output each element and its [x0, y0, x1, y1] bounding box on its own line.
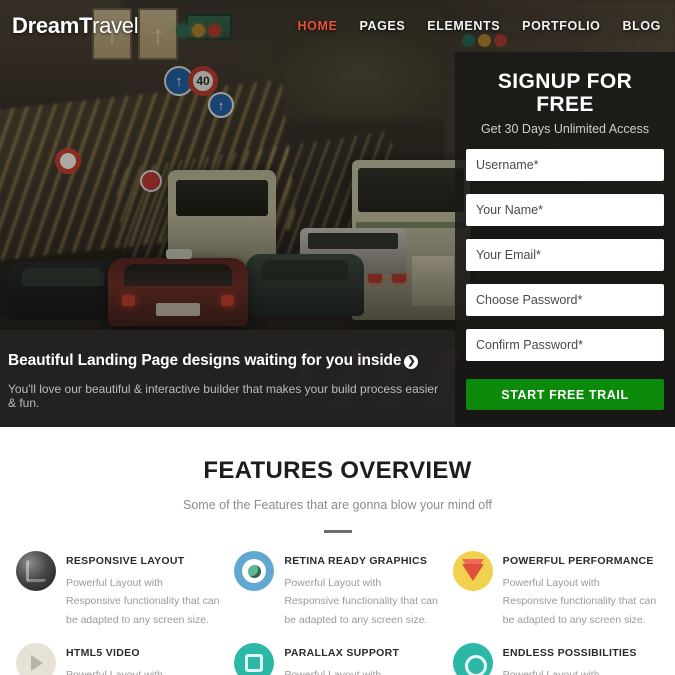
feature-title: RETINA READY GRAPHICS	[284, 555, 428, 567]
feature-text: Powerful Layout with Responsive function…	[502, 577, 657, 626]
feature-card-body: RESPONSIVE LAYOUT Powerful Layout with R…	[66, 551, 220, 629]
feature-text: Powerful Layout with Responsive function…	[503, 666, 657, 675]
logo-text-ravel: ravel	[92, 13, 139, 38]
site-logo[interactable]: DreamTravel	[12, 13, 139, 39]
feature-title: POWERFUL PERFORMANCE	[502, 555, 654, 567]
arrow-circle-right-icon[interactable]: ❯	[404, 355, 419, 369]
section-divider	[323, 530, 352, 533]
feature-title: RESPONSIVE LAYOUT	[66, 555, 185, 567]
main-navigation: HOME PAGES ELEMENTS PORTFOLIO BLOG	[298, 19, 661, 33]
features-title: FEATURES OVERVIEW	[203, 457, 472, 484]
feature-card-body: RETINA READY GRAPHICS Powerful Layout wi…	[284, 551, 438, 629]
site-header: DreamTravel HOME PAGES ELEMENTS PORTFOLI…	[0, 0, 675, 52]
features-grid: RESPONSIVE LAYOUT Powerful Layout with R…	[0, 551, 675, 675]
feature-card[interactable]: HTML5 VIDEO Powerful Layout with Respons…	[10, 643, 228, 675]
feature-text: Powerful Layout with Responsive function…	[284, 577, 438, 626]
puzzle-sphere-icon	[16, 551, 56, 591]
feature-card-body: PARALLAX SUPPORT Powerful Layout with Re…	[284, 643, 438, 675]
tagline-heading: Beautiful Landing Page designs waiting f…	[8, 352, 439, 370]
nav-item-home[interactable]: HOME	[298, 19, 338, 33]
feature-card[interactable]: ENDLESS POSSIBILITIES Powerful Layout wi…	[447, 643, 665, 675]
feature-title: PARALLAX SUPPORT	[284, 647, 400, 660]
signup-subtitle: Get 30 Days Unlimited Access	[480, 122, 650, 137]
name-input[interactable]	[466, 194, 664, 227]
nav-item-pages[interactable]: PAGES	[359, 19, 405, 33]
feature-card[interactable]: RESPONSIVE LAYOUT Powerful Layout with R…	[10, 551, 228, 643]
tagline-subheading: You'll love our beautiful & interactive …	[8, 382, 439, 410]
eye-icon	[234, 551, 275, 591]
feature-text: Powerful Layout with Responsive function…	[284, 666, 438, 675]
confirm-password-input[interactable]	[466, 329, 664, 362]
nav-item-elements[interactable]: ELEMENTS	[427, 19, 500, 33]
ruby-diamond-icon	[452, 551, 493, 591]
logo-text-dream: Dream	[12, 13, 79, 38]
start-free-trial-button[interactable]: START FREE TRAIL	[466, 379, 664, 411]
nav-item-portfolio[interactable]: PORTFOLIO	[522, 19, 600, 33]
feature-text: Powerful Layout with Responsive function…	[66, 666, 220, 675]
features-subtitle: Some of the Features that are gonna blow…	[183, 498, 492, 512]
logo-text-t: T	[78, 13, 93, 38]
feature-card-body: POWERFUL PERFORMANCE Powerful Layout wit…	[503, 551, 657, 629]
feature-title: HTML5 VIDEO	[66, 647, 140, 660]
username-input[interactable]	[466, 149, 664, 182]
infinity-icon	[452, 643, 493, 675]
video-play-icon	[16, 643, 56, 675]
feature-card[interactable]: POWERFUL PERFORMANCE Powerful Layout wit…	[447, 551, 665, 643]
feature-text: Powerful Layout with Responsive function…	[66, 577, 220, 626]
nav-item-blog[interactable]: BLOG	[622, 19, 661, 33]
feature-card[interactable]: PARALLAX SUPPORT Powerful Layout with Re…	[228, 643, 446, 675]
hero-section: ↑ ↑ ↑ 40 ↑	[0, 0, 675, 427]
features-section: FEATURES OVERVIEW Some of the Features t…	[0, 427, 675, 675]
landing-page: ↑ ↑ ↑ 40 ↑	[0, 0, 675, 675]
tagline-bar: Beautiful Landing Page designs waiting f…	[0, 330, 455, 427]
feature-title: ENDLESS POSSIBILITIES	[502, 647, 637, 660]
signup-panel: SIGNUP FOR FREE Get 30 Days Unlimited Ac…	[455, 52, 675, 427]
choose-password-input[interactable]	[466, 284, 664, 317]
feature-card-body: HTML5 VIDEO Powerful Layout with Respons…	[66, 643, 220, 675]
signup-title: SIGNUP FOR FREE	[497, 70, 633, 117]
features-header: FEATURES OVERVIEW Some of the Features t…	[0, 427, 675, 533]
feature-card-body: ENDLESS POSSIBILITIES Powerful Layout wi…	[503, 643, 657, 675]
email-input[interactable]	[466, 239, 664, 272]
feature-card[interactable]: RETINA READY GRAPHICS Powerful Layout wi…	[228, 551, 446, 643]
tagline-heading-text: Beautiful Landing Page designs waiting f…	[8, 352, 402, 369]
layers-icon	[234, 643, 275, 675]
